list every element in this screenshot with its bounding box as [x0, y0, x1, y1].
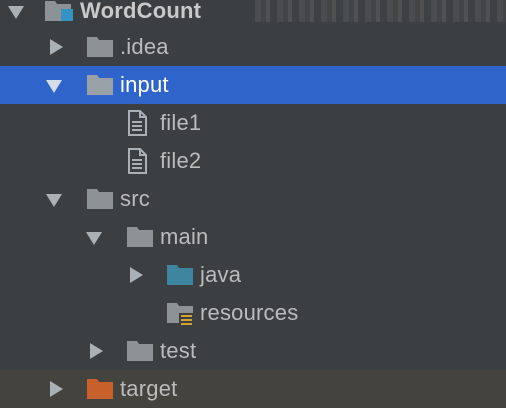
folder-icon: [126, 340, 154, 362]
text-file-icon: [126, 110, 148, 136]
folder-icon: [126, 226, 154, 248]
folder-icon: [86, 74, 114, 96]
folder-icon: [86, 36, 114, 58]
collapse-arrow-icon[interactable]: [46, 194, 62, 207]
tree-item-label: input: [120, 72, 169, 97]
tree-item-label: src: [120, 186, 150, 211]
tree-item-label: java: [200, 262, 242, 287]
expand-arrow-icon[interactable]: [50, 39, 63, 55]
tree-item-idea[interactable]: .idea: [0, 28, 506, 66]
tree-item-label: target: [120, 376, 178, 401]
tree-item-file1[interactable]: file1: [0, 104, 506, 142]
resources-folder-icon: [166, 302, 194, 326]
tree-item-resources[interactable]: resources: [0, 294, 506, 332]
project-tree: WordCount .idea input file1 file2 src ma…: [0, 0, 506, 408]
collapse-arrow-icon[interactable]: [46, 80, 62, 93]
expand-arrow-icon[interactable]: [50, 381, 63, 397]
tree-item-test[interactable]: test: [0, 332, 506, 370]
tree-item-target[interactable]: target: [0, 370, 506, 408]
expand-arrow-icon[interactable]: [8, 6, 24, 19]
tree-item-label: resources: [200, 300, 299, 325]
module-folder-icon: [44, 0, 73, 21]
expand-arrow-icon[interactable]: [90, 343, 103, 359]
excluded-folder-icon: [86, 378, 114, 400]
source-root-folder-icon: [166, 264, 194, 286]
tree-item-label: test: [160, 338, 197, 363]
collapse-arrow-icon[interactable]: [86, 232, 102, 245]
tree-item-input[interactable]: input: [0, 66, 506, 104]
expand-arrow-icon[interactable]: [130, 267, 143, 283]
tree-item-label: file2: [160, 148, 202, 173]
text-file-icon: [126, 148, 148, 174]
folder-icon: [86, 188, 114, 210]
tree-item-src[interactable]: src: [0, 180, 506, 218]
tree-item-java[interactable]: java: [0, 256, 506, 294]
tree-item-file2[interactable]: file2: [0, 142, 506, 180]
tree-item-label: main: [160, 224, 209, 249]
tree-item-label: WordCount: [80, 0, 202, 23]
tree-item-label: file1: [160, 110, 202, 135]
tree-item-main[interactable]: main: [0, 218, 506, 256]
redacted-path-area: [255, 0, 506, 22]
tree-item-label: .idea: [120, 34, 169, 59]
